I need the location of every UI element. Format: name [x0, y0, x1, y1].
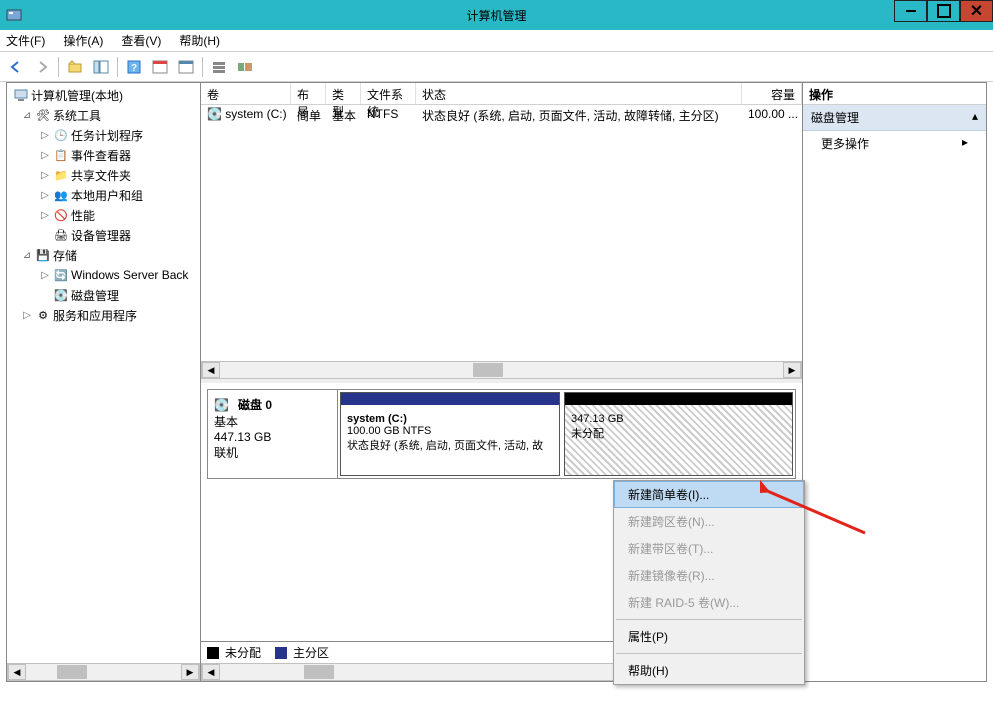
- actions-more[interactable]: 更多操作 ▸: [803, 131, 986, 156]
- ctx-new-spanned-volume: 新建跨区卷(N)...: [614, 508, 804, 535]
- tree-disk-mgmt[interactable]: 💽磁盘管理: [7, 285, 200, 305]
- ctx-new-simple-volume[interactable]: 新建简单卷(I)...: [614, 481, 804, 508]
- hdr-volume[interactable]: 卷: [201, 83, 291, 104]
- tree-hscroll[interactable]: ◀▶: [7, 663, 200, 681]
- maximize-button[interactable]: [927, 0, 960, 22]
- tree-local-users[interactable]: ▷👥本地用户和组: [7, 185, 200, 205]
- tree-shared-folders[interactable]: ▷📁共享文件夹: [7, 165, 200, 185]
- app-icon: [6, 7, 22, 23]
- ctx-properties[interactable]: 属性(P): [614, 623, 804, 650]
- close-button[interactable]: ✕: [960, 0, 993, 22]
- users-icon: 👥: [53, 187, 69, 203]
- hdr-status[interactable]: 状态: [416, 83, 742, 104]
- context-menu: 新建简单卷(I)... 新建跨区卷(N)... 新建带区卷(T)... 新建镜像…: [613, 480, 805, 685]
- back-button[interactable]: [4, 55, 28, 79]
- menu-view[interactable]: 查看(V): [121, 32, 161, 49]
- up-button[interactable]: [63, 55, 87, 79]
- legend-swatch-primary: [275, 647, 287, 659]
- ctx-new-mirror-volume: 新建镜像卷(R)...: [614, 562, 804, 589]
- tree-system-tools[interactable]: ⊿🛠系统工具: [7, 105, 200, 125]
- hdr-fs[interactable]: 文件系统: [361, 83, 416, 104]
- menubar: 文件(F) 操作(A) 查看(V) 帮助(H): [0, 30, 993, 52]
- tree-event-viewer[interactable]: ▷📋事件查看器: [7, 145, 200, 165]
- volume-list: 卷 布局 类型 文件系统 状态 容量 💽 system (C:) 简单 基本 N…: [201, 83, 802, 383]
- tree-storage[interactable]: ⊿💾存储: [7, 245, 200, 265]
- backup-icon: 🔄: [53, 267, 69, 283]
- tree-root-label: 计算机管理(本地): [31, 87, 123, 104]
- titlebar: 计算机管理 ✕: [0, 0, 993, 30]
- hdr-capacity[interactable]: 容量: [742, 83, 802, 104]
- hdd-icon: 💽: [214, 398, 238, 412]
- volume-row[interactable]: 💽 system (C:) 简单 基本 NTFS 状态良好 (系统, 启动, 页…: [201, 105, 802, 125]
- tree-pane: 计算机管理(本地) ⊿🛠系统工具 ▷🕒任务计划程序 ▷📋事件查看器 ▷📁共享文件…: [7, 83, 201, 681]
- disk0-info[interactable]: 💽磁盘 0 基本 447.13 GB 联机: [208, 390, 338, 478]
- tools-icon: 🛠: [35, 107, 51, 123]
- storage-icon: 💾: [35, 247, 51, 263]
- collapse-icon: ▴: [972, 109, 978, 126]
- vol-hscroll[interactable]: ◀▶: [201, 361, 802, 379]
- partition-system[interactable]: system (C:) 100.00 GB NTFS 状态良好 (系统, 启动,…: [340, 392, 560, 476]
- tree-wsb[interactable]: ▷🔄Windows Server Back: [7, 265, 200, 285]
- legend-unalloc-label: 未分配: [225, 644, 261, 661]
- device-icon: 🖨: [53, 227, 69, 243]
- tree-task-scheduler[interactable]: ▷🕒任务计划程序: [7, 125, 200, 145]
- tree-services[interactable]: ▷⚙服务和应用程序: [7, 305, 200, 325]
- actions-section-diskmgmt[interactable]: 磁盘管理 ▴: [803, 105, 986, 131]
- svg-text:?: ?: [131, 63, 137, 74]
- show-hide-tree-button[interactable]: [89, 55, 113, 79]
- menu-help[interactable]: 帮助(H): [179, 32, 220, 49]
- ctx-help[interactable]: 帮助(H): [614, 657, 804, 684]
- clock-icon: 🕒: [53, 127, 69, 143]
- event-icon: 📋: [53, 147, 69, 163]
- disk-list-button[interactable]: [207, 55, 231, 79]
- gauge-icon: 🚫: [53, 207, 69, 223]
- tree-root[interactable]: 计算机管理(本地): [7, 85, 200, 105]
- graphical-view-button[interactable]: [233, 55, 257, 79]
- disk-row-0: 💽磁盘 0 基本 447.13 GB 联机 system (C:) 100.00…: [207, 389, 796, 479]
- minimize-button[interactable]: [894, 0, 927, 22]
- refresh-button[interactable]: [148, 55, 172, 79]
- help-button[interactable]: ?: [122, 55, 146, 79]
- tree-device-manager[interactable]: 🖨设备管理器: [7, 225, 200, 245]
- services-icon: ⚙: [35, 307, 51, 323]
- volume-header[interactable]: 卷 布局 类型 文件系统 状态 容量: [201, 83, 802, 105]
- toolbar: ?: [0, 52, 993, 82]
- ctx-new-raid5-volume: 新建 RAID-5 卷(W)...: [614, 589, 804, 616]
- actions-header: 操作: [803, 83, 986, 105]
- disk-icon: 💽: [53, 287, 69, 303]
- legend-swatch-unalloc: [207, 647, 219, 659]
- menu-file[interactable]: 文件(F): [6, 32, 45, 49]
- tree-performance[interactable]: ▷🚫性能: [7, 205, 200, 225]
- folder-icon: 📁: [53, 167, 69, 183]
- menu-action[interactable]: 操作(A): [63, 32, 103, 49]
- forward-button[interactable]: [30, 55, 54, 79]
- chevron-right-icon: ▸: [962, 135, 968, 152]
- computer-icon: [13, 87, 29, 103]
- drive-icon: 💽: [207, 107, 222, 121]
- ctx-new-striped-volume: 新建带区卷(T)...: [614, 535, 804, 562]
- settings-button[interactable]: [174, 55, 198, 79]
- window-title: 计算机管理: [466, 7, 526, 24]
- partition-unallocated[interactable]: 347.13 GB 未分配: [564, 392, 793, 476]
- hdr-layout[interactable]: 布局: [291, 83, 326, 104]
- legend-primary-label: 主分区: [293, 644, 329, 661]
- action-pane: 操作 磁盘管理 ▴ 更多操作 ▸: [803, 83, 986, 681]
- hdr-type[interactable]: 类型: [326, 83, 361, 104]
